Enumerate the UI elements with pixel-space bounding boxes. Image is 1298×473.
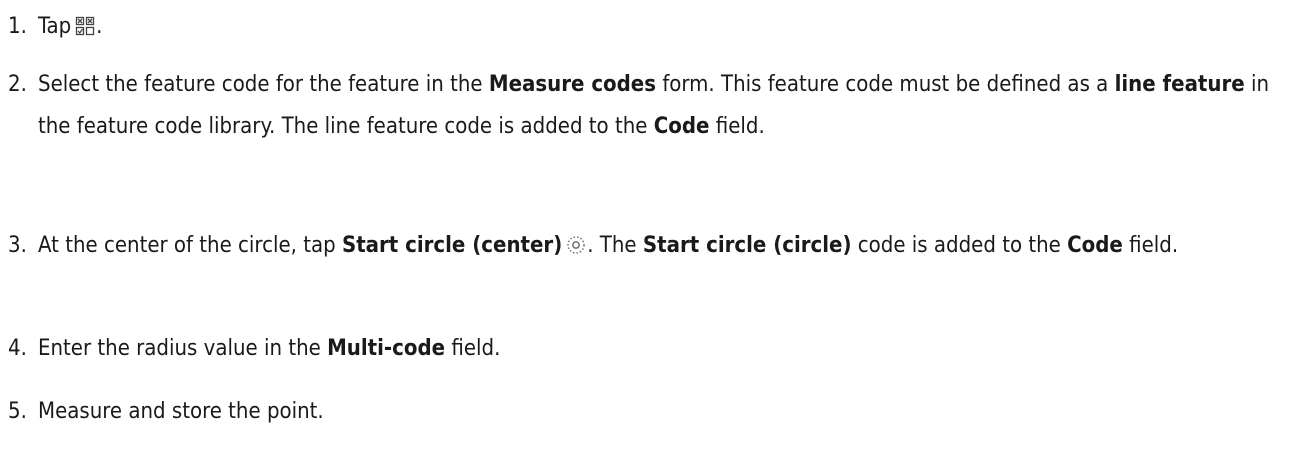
step-text-segment: Select the feature code for the feature …	[38, 72, 489, 97]
step-text: At the center of the circle, tap Start c…	[38, 225, 1290, 267]
step-text-segment: form. This feature code must be defined …	[656, 72, 1115, 97]
ui-term: Measure codes	[488, 72, 657, 97]
ui-term: Multi-code	[327, 336, 446, 361]
step-number: 3.	[8, 233, 27, 258]
step-text-segment: .	[96, 14, 103, 39]
step-text-segment: At the center of the circle, tap	[38, 233, 342, 258]
step-text-segment: Measure and store the point.	[38, 399, 324, 424]
step-text: Tap.	[38, 6, 1290, 48]
ui-term: Code	[653, 114, 710, 139]
ui-term: Start circle (center)	[341, 233, 563, 258]
step-text: Select the feature code for the feature …	[38, 64, 1290, 148]
step-number: 1.	[8, 14, 27, 39]
ui-term: Code	[1067, 233, 1123, 258]
step-text: Enter the radius value in the Multi-code…	[38, 328, 1290, 370]
step-text: Measure and store the point.	[38, 391, 1290, 433]
step-text-segment: Tap	[38, 14, 72, 39]
step-text-segment: field.	[1122, 233, 1179, 258]
measure-codes-icon	[75, 16, 95, 36]
step-text-segment: Enter the radius value in the	[38, 336, 328, 361]
step-number: 4.	[8, 336, 27, 361]
step-number: 5.	[8, 399, 27, 424]
step-text-segment: . The	[587, 233, 643, 258]
step-text-segment: field.	[445, 336, 501, 361]
start-circle-center-icon	[566, 235, 586, 255]
step-text-segment: code is added to the	[851, 233, 1068, 258]
step-text-segment: field.	[709, 114, 765, 139]
step-number: 2.	[8, 72, 27, 97]
ui-term: Start circle (circle)	[642, 233, 852, 258]
ui-term: line feature	[1114, 72, 1245, 97]
